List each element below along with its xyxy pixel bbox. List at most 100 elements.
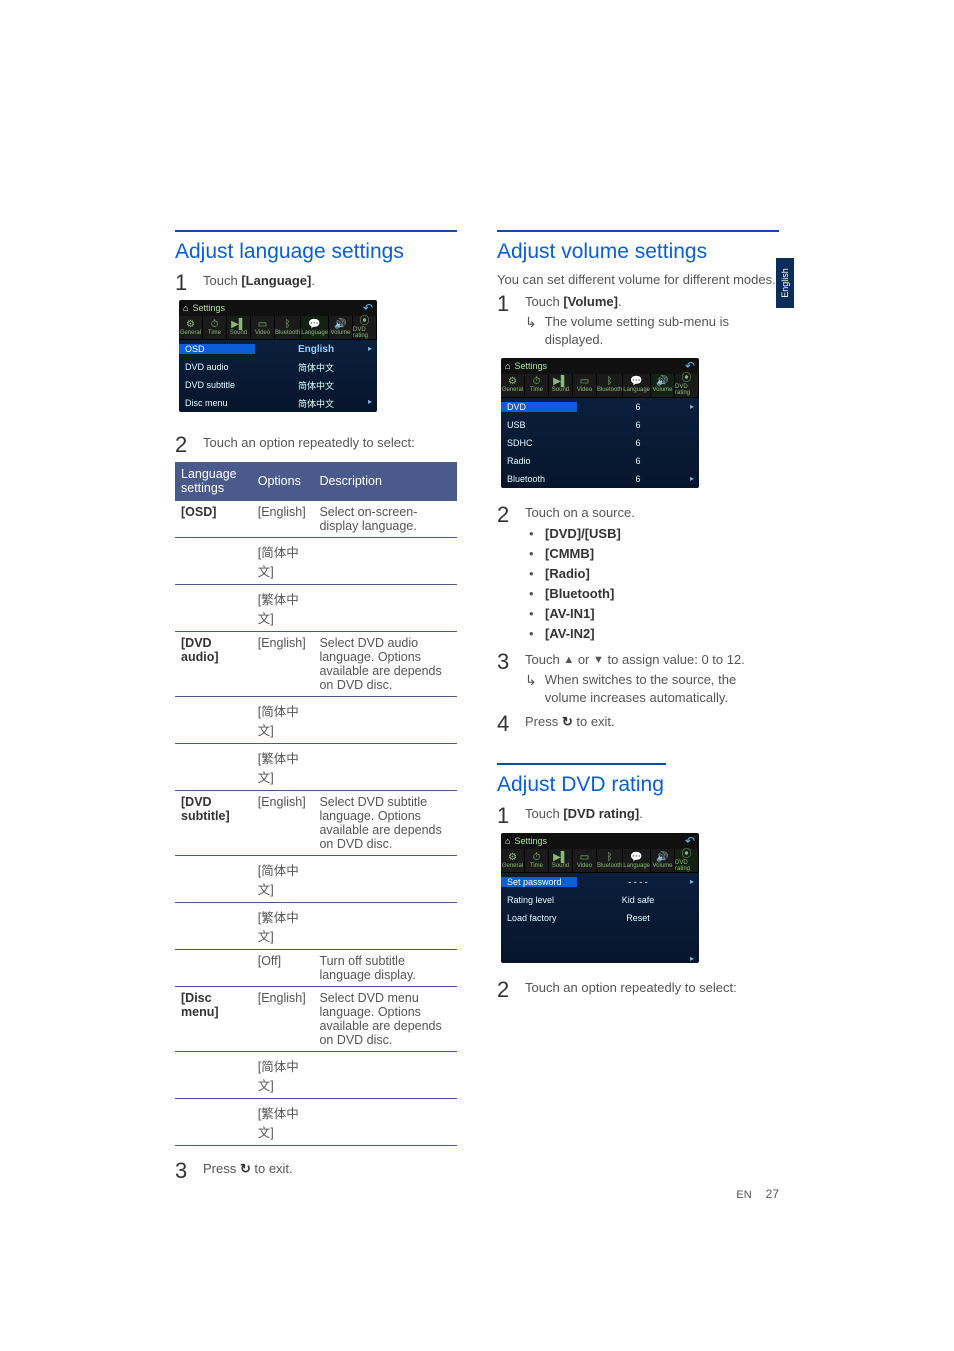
settings-row: USB6 [501,416,699,434]
language-side-tab: English [776,258,794,308]
settings-tab: ⏱Time [525,374,549,397]
shot-title: Settings [192,303,225,313]
back-icon: ↶ [685,359,695,373]
screenshot-volume-settings: ⌂ Settings ↶ ⚙General⏱Time▶▌Sound▭Videoᛒ… [501,358,699,488]
step-3-language: 3 Press ↺ to exit. [175,1160,457,1182]
section-rule [497,763,666,765]
settings-tab-bar: ⚙General⏱Time▶▌Sound▭VideoᛒBluetooth💬Lan… [179,316,377,340]
home-icon: ⌂ [183,303,188,313]
step-2-language: 2 Touch an option repeatedly to select: [175,434,457,456]
table-row: [Disc menu][English]Select DVD menu lang… [175,987,457,1052]
settings-tab: ▭Video [251,316,275,339]
heading-adjust-dvd-rating: Adjust DVD rating [497,773,779,797]
list-item: [Bluetooth] [545,584,779,604]
back-icon: ↶ [685,834,695,848]
settings-tab: 💬Language [623,374,651,397]
settings-row: Set password- - - -▸ [501,873,699,891]
home-icon: ⌂ [505,836,510,846]
settings-row [501,927,699,945]
settings-tab: ⏱Time [525,849,549,872]
step-1-dvd: 1 Touch [DVD rating]. [497,805,779,827]
settings-tab: ⦿DVD rating [675,849,699,872]
settings-row: SDHC6 [501,434,699,452]
return-icon: ↺ [240,1160,251,1178]
step-1-language: 1 Touch [Language]. [175,272,457,294]
footer-lang: EN [736,1189,751,1201]
list-item: [DVD]/[USB] [545,524,779,544]
step-1-volume: 1 Touch [Volume]. ↳The volume setting su… [497,293,779,350]
footer-page-number: 27 [766,1187,779,1201]
section-rule [497,230,779,232]
result-arrow-icon: ↳ [525,671,537,707]
settings-row: DVD6▸ [501,398,699,416]
list-item: [AV-IN1] [545,604,779,624]
list-item: [Radio] [545,564,779,584]
settings-row: Load factoryReset [501,909,699,927]
up-arrow-icon: ▲ [563,654,574,666]
list-item: [AV-IN2] [545,624,779,644]
table-row: [OSD][English]Select on-screen-display l… [175,501,457,538]
settings-tab: ▶▌Sound [549,849,573,872]
settings-row: Disc menu简体中文▸ [179,394,377,412]
table-row: [繁体中文] [175,585,457,632]
back-icon: ↶ [363,301,373,315]
settings-row: Bluetooth6▸ [501,470,699,488]
settings-tab: 💬Language [623,849,651,872]
screenshot-language-settings: ⌂ Settings ↶ ⚙General⏱Time▶▌Sound▭Videoᛒ… [179,300,377,412]
screenshot-dvd-rating: ⌂ Settings ↶ ⚙General⏱Time▶▌Sound▭Videoᛒ… [501,833,699,963]
step-2-volume: 2 Touch on a source. [DVD]/[USB][CMMB][R… [497,504,779,645]
right-column: Adjust volume settings You can set diffe… [497,230,779,1188]
settings-tab: ⏱Time [203,316,227,339]
settings-tab: ⚙General [179,316,203,339]
table-row: [Off]Turn off subtitle language display. [175,950,457,987]
settings-row: Radio6 [501,452,699,470]
settings-tab: 🔊Volume [651,849,675,872]
table-row: [繁体中文] [175,744,457,791]
section-rule [175,230,457,232]
volume-intro: You can set different volume for differe… [497,272,779,287]
table-row: [简体中文] [175,697,457,744]
settings-tab: ⚙General [501,849,525,872]
settings-tab: ᛒBluetooth [597,849,623,872]
step-2-dvd: 2 Touch an option repeatedly to select: [497,979,779,1001]
table-header: Language settings [175,462,252,501]
heading-adjust-language: Adjust language settings [175,240,457,264]
shot-title: Settings [514,361,547,371]
table-row: [简体中文] [175,538,457,585]
settings-tab: ᛒBluetooth [275,316,301,339]
left-column: Adjust language settings 1 Touch [Langua… [175,230,457,1188]
list-item: [CMMB] [545,544,779,564]
settings-tab: ᛒBluetooth [597,374,623,397]
settings-tab: ▭Video [573,374,597,397]
language-options-table: Language settingsOptionsDescription [OSD… [175,462,457,1146]
table-row: [繁体中文] [175,903,457,950]
source-list: [DVD]/[USB][CMMB][Radio][Bluetooth][AV-I… [525,524,779,645]
table-header: Options [252,462,314,501]
table-header: Description [313,462,457,501]
return-icon: ↺ [562,713,573,731]
settings-tab: ⚙General [501,374,525,397]
settings-tab: ▶▌Sound [549,374,573,397]
settings-tab: 💬Language [301,316,329,339]
table-row: [DVD subtitle][English]Select DVD subtit… [175,791,457,856]
step-4-volume: 4 Press ↺ to exit. [497,713,779,735]
settings-tab: ⦿DVD rating [353,316,377,339]
table-row: [繁体中文] [175,1099,457,1146]
settings-row: ▸ [501,945,699,963]
heading-adjust-volume: Adjust volume settings [497,240,779,264]
table-row: [简体中文] [175,856,457,903]
table-row: [DVD audio][English]Select DVD audio lan… [175,632,457,697]
settings-row: Rating levelKid safe [501,891,699,909]
settings-row: DVD audio简体中文 [179,358,377,376]
step-3-volume: 3 Touch ▲ or ▼ to assign value: 0 to 12.… [497,651,779,708]
settings-row: DVD subtitle简体中文 [179,376,377,394]
settings-tab: 🔊Volume [651,374,675,397]
shot-title: Settings [514,836,547,846]
page-footer: EN 27 [736,1187,779,1201]
home-icon: ⌂ [505,361,510,371]
result-arrow-icon: ↳ [525,313,537,349]
down-arrow-icon: ▼ [593,654,604,666]
table-row: [简体中文] [175,1052,457,1099]
settings-tab: ▭Video [573,849,597,872]
settings-tab: 🔊Volume [329,316,353,339]
